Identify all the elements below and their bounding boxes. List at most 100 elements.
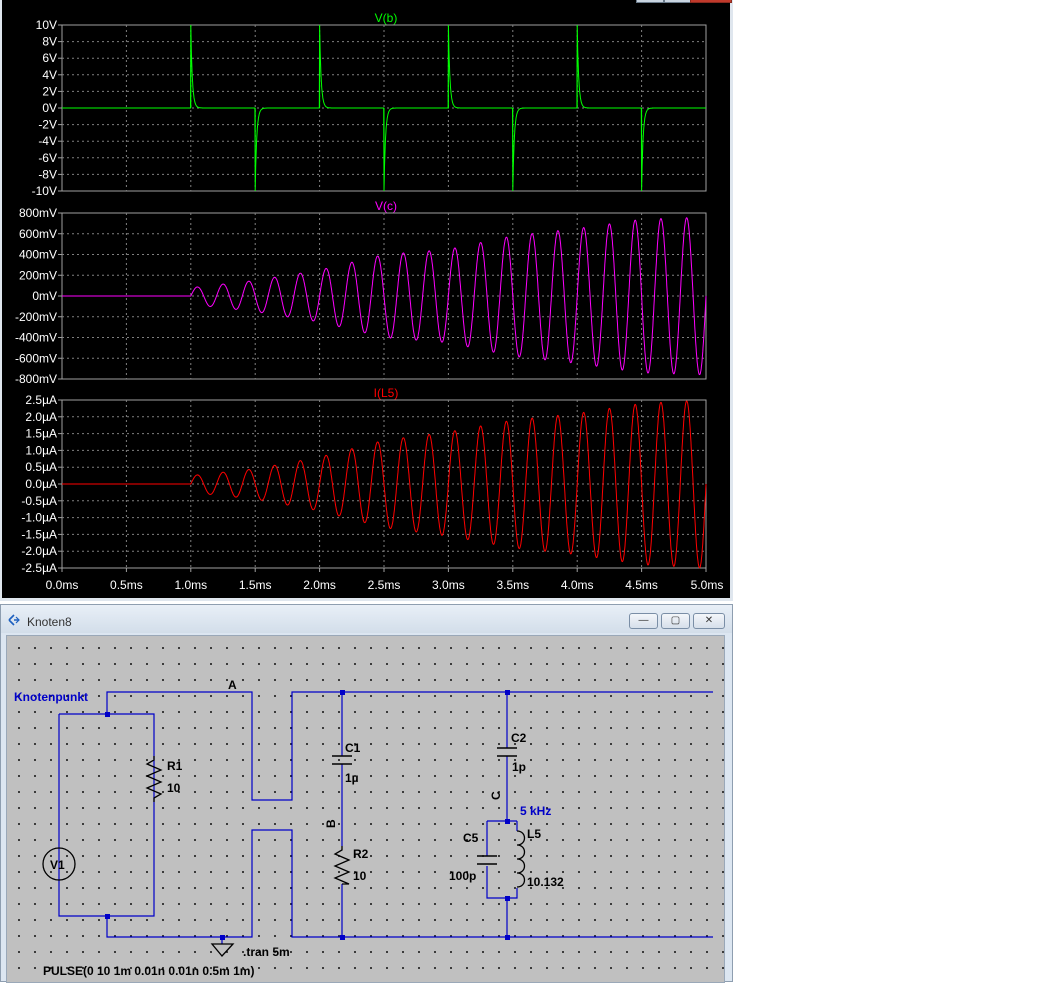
capacitor-c5[interactable]	[477, 855, 497, 865]
y-tick-label: -600mV	[15, 351, 57, 365]
waveform-window: 10V 8V 6V 4V 2V 0V -2V -4V -6V -8V -10V V(b) 800mV 60…	[0, 0, 733, 601]
y-tick-label: -4V	[38, 134, 57, 148]
y-tick-label: -10V	[32, 184, 57, 198]
pulse-spec: PULSE(0 10 1m 0.01n 0.01n 0.5m 1m)	[43, 964, 254, 978]
junction-dot	[505, 896, 510, 901]
x-tick-label: 5.0ms	[691, 578, 724, 592]
y-tick-label: 8V	[42, 35, 57, 49]
x-tick-label: 4.5ms	[625, 578, 658, 592]
x-tick-label: 3.5ms	[496, 578, 529, 592]
trace-label: I(L5)	[374, 386, 399, 400]
maximize-button[interactable]: ▢	[661, 613, 690, 629]
waveform-vc	[62, 217, 707, 376]
y-tick-label: -2.5µA	[21, 561, 57, 575]
capacitor-c2[interactable]	[497, 747, 517, 757]
y-tick-label: -800mV	[15, 372, 57, 386]
y-tick-label: -6V	[38, 151, 57, 165]
y-tick-label: 400mV	[19, 248, 57, 262]
junction-dot	[340, 690, 345, 695]
net-label-a: A	[228, 678, 237, 692]
y-tick-label: 200mV	[19, 268, 57, 282]
c1-value: 1µ	[345, 771, 359, 785]
y-tick-label: -2.0µA	[21, 544, 57, 558]
junction-dot	[505, 690, 510, 695]
wire-top	[106, 691, 713, 801]
y-tick-label: -1.0µA	[21, 511, 57, 525]
wire-branch-c	[486, 692, 518, 937]
tran-directive: .tran 5m	[243, 945, 290, 959]
junction-dot	[220, 935, 225, 940]
net-label-b: B	[324, 819, 338, 828]
r1-name: R1	[167, 759, 183, 773]
schematic-window: Knoten8 — ▢ ✕ Knotenpunkt A B C R1 10 R2…	[0, 604, 733, 983]
minimize-button[interactable]: —	[629, 613, 658, 629]
y-tick-label: 2.5µA	[25, 393, 57, 407]
junction-dot	[505, 819, 510, 824]
junction-dot	[105, 712, 110, 717]
c2-name: C2	[511, 731, 527, 745]
y-tick-label: 0.5µA	[25, 460, 57, 474]
junction-dot	[340, 935, 345, 940]
y-tick-label: -1.5µA	[21, 527, 57, 541]
l5-name: L5	[527, 827, 541, 841]
y-tick-label: 2V	[42, 84, 57, 98]
wire-left-loop	[58, 713, 155, 917]
close-icon: ✕	[704, 615, 714, 626]
y-tick-label: 6V	[42, 51, 57, 65]
y-tick-label: -200mV	[15, 310, 57, 324]
x-tick-label: 3.0ms	[432, 578, 465, 592]
inductor-l5[interactable]	[516, 830, 526, 888]
y-tick-label: 1.5µA	[25, 427, 57, 441]
y-tick-label: 4V	[42, 68, 57, 82]
waveform-vb	[62, 24, 706, 192]
node-label: Knotenpunkt	[14, 690, 88, 704]
v1-name: V1	[50, 858, 65, 872]
x-tick-label: 4.0ms	[561, 578, 594, 592]
r2-value: 10	[353, 869, 367, 883]
x-tick-label: 1.5ms	[239, 578, 272, 592]
x-tick-label: 0.5ms	[110, 578, 143, 592]
r2-name: R2	[353, 847, 369, 861]
schematic-titlebar[interactable]: Knoten8 — ▢ ✕	[1, 605, 732, 633]
x-tick-label: 1.0ms	[174, 578, 207, 592]
c5-value: 100p	[449, 869, 476, 883]
y-tick-label: -2V	[38, 118, 57, 132]
junction-dot	[105, 914, 110, 919]
r1-value: 10	[167, 781, 181, 795]
resistor-r2[interactable]	[333, 846, 351, 885]
y-tick-label: 2.0µA	[25, 410, 57, 424]
y-tick-label: -400mV	[15, 331, 57, 345]
ltspice-icon	[8, 614, 20, 626]
net-label-c: C	[489, 791, 503, 800]
c1-name: C1	[345, 741, 361, 755]
maximize-icon: ▢	[670, 615, 681, 626]
junction-dot	[505, 935, 510, 940]
y-tick-label: 0mV	[32, 289, 57, 303]
capacitor-c1[interactable]	[332, 755, 352, 765]
wire-bottom	[106, 829, 713, 938]
l5-value: 10.132	[527, 875, 564, 889]
close-button[interactable]: ✕	[693, 613, 725, 629]
x-tick-label: 2.5ms	[368, 578, 401, 592]
y-tick-label: 10V	[36, 18, 57, 32]
y-tick-label: -8V	[38, 167, 57, 181]
resonance-label: 5 kHz	[520, 804, 551, 818]
y-tick-label: -0.5µA	[21, 494, 57, 508]
x-tick-label: 0.0ms	[46, 578, 79, 592]
y-tick-label: 1.0µA	[25, 443, 57, 457]
y-tick-label: 0.0µA	[25, 477, 57, 491]
minimize-icon: —	[638, 615, 649, 626]
schematic-drawing: Knotenpunkt A B C R1 10 R2 10 C1 1µ C2 1…	[14, 678, 713, 978]
schematic-window-title: Knoten8	[27, 615, 72, 629]
y-tick-label: 800mV	[19, 206, 57, 220]
y-tick-label: 600mV	[19, 227, 57, 241]
trace-label: V(c)	[375, 199, 397, 213]
trace-label: V(b)	[375, 11, 398, 25]
y-tick-label: 0V	[42, 101, 57, 115]
x-tick-label: 2.0ms	[303, 578, 336, 592]
c5-name: C5	[463, 831, 479, 845]
ground-icon	[210, 943, 235, 957]
waveform-plot[interactable]: 10V 8V 6V 4V 2V 0V -2V -4V -6V -8V -10V V(b) 800mV 60…	[0, 0, 733, 601]
c2-value: 1p	[512, 760, 526, 774]
schematic-canvas[interactable]: Knotenpunkt A B C R1 10 R2 10 C1 1µ C2 1…	[6, 635, 725, 983]
